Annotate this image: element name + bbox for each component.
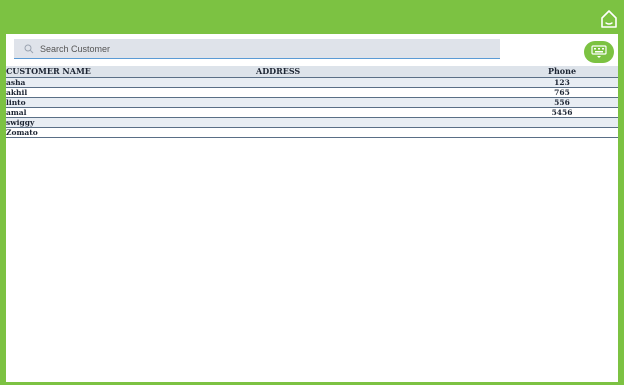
customer-phone: 5456: [551, 108, 573, 117]
customer-name: Zomato: [6, 128, 38, 137]
home-button[interactable]: [600, 9, 620, 29]
table-row[interactable]: akhil 765: [6, 88, 618, 98]
customer-phone: 123: [554, 78, 570, 87]
keyboard-icon: [591, 45, 607, 58]
keyboard-button[interactable]: [584, 41, 614, 63]
table-row[interactable]: swiggy: [6, 118, 618, 128]
table-row[interactable]: asha 123: [6, 78, 618, 88]
customer-name: amal: [6, 108, 27, 117]
table-row[interactable]: linto 556: [6, 98, 618, 108]
table-row[interactable]: Zomato: [6, 128, 618, 138]
search-bar: [6, 34, 618, 66]
column-header-address: ADDRESS: [256, 66, 301, 76]
customer-name: linto: [6, 98, 26, 107]
customer-name: akhil: [6, 88, 28, 97]
customer-name: asha: [6, 78, 26, 87]
table-header: CUSTOMER NAME ADDRESS Phone: [6, 66, 618, 78]
table-row[interactable]: amal 5456: [6, 108, 618, 118]
home-icon: [601, 10, 617, 28]
top-bar: [0, 0, 624, 34]
column-header-phone: Phone: [547, 66, 577, 76]
customer-phone: 556: [554, 98, 570, 107]
search-field[interactable]: [14, 39, 500, 59]
search-input[interactable]: [38, 40, 492, 58]
search-icon: [24, 44, 34, 54]
customer-name: swiggy: [6, 118, 35, 127]
customer-table: CUSTOMER NAME ADDRESS Phone asha 123 akh…: [6, 66, 618, 138]
customer-phone: 765: [554, 88, 570, 97]
column-header-name: CUSTOMER NAME: [6, 66, 91, 76]
